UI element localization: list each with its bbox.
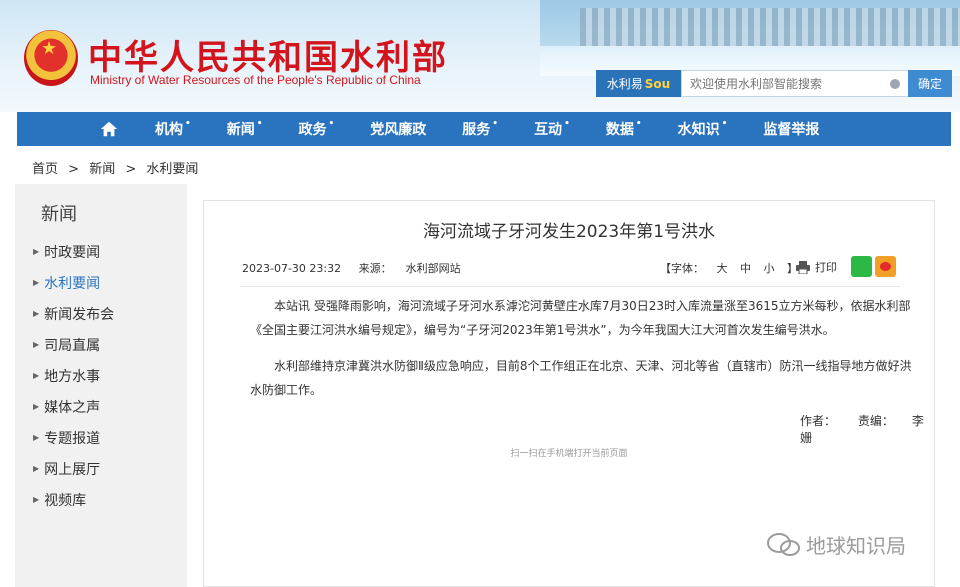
main-nav: 机构 • 新闻 • 政务 • 党风廉政 服务 • 互动 • 数据 • 水知识 • 监督举报 xyxy=(17,112,951,146)
sidebar-item-special[interactable]: ▶ 专题报道 xyxy=(15,422,187,453)
nav-item-news[interactable]: 新闻 • xyxy=(209,119,281,139)
breadcrumb-separator: > xyxy=(68,162,80,177)
sidebar-item-water-news[interactable]: ▶ 水利要闻 xyxy=(15,267,187,298)
editor-label: 责编： xyxy=(857,414,894,428)
sidebar-item-politics[interactable]: ▶ 时政要闻 xyxy=(15,236,187,267)
sidebar-item-video[interactable]: ▶ 视频库 xyxy=(15,484,187,515)
article-paragraph: 水利部维持京津冀洪水防御Ⅱ级应急响应，目前8个工作组正在北京、天津、河北等省（直… xyxy=(250,359,912,397)
article-source: 来源： 水利部网站 xyxy=(358,262,461,275)
caret-right-icon: ▶ xyxy=(33,247,40,256)
sidebar: 新闻 ▶ 时政要闻 ▶ 水利要闻 ▶ 新闻发布会 ▶ 司局直属 ▶ 地方水事 ▶ 媒体之声 … xyxy=(15,184,187,587)
caret-right-icon: ▶ xyxy=(33,402,40,411)
sidebar-item-media[interactable]: ▶ 媒体之声 xyxy=(15,391,187,422)
printer-icon xyxy=(796,260,810,274)
share-buttons xyxy=(851,256,896,277)
article-meta: 2023-07-30 23:32 来源： 水利部网站 xyxy=(242,260,489,276)
article-panel: 海河流域子牙河发生2023年第1号洪水 2023-07-30 23:32 来源：… xyxy=(203,200,935,587)
font-size-large-button[interactable]: 大 xyxy=(717,262,728,275)
qr-code-note: 扫一扫在手机端打开当前页面 xyxy=(510,449,628,459)
caret-right-icon: ▶ xyxy=(33,309,40,318)
search-bar: 水利易 Sou 确定 xyxy=(596,70,952,97)
breadcrumb-separator: > xyxy=(125,162,137,177)
sidebar-item-local[interactable]: ▶ 地方水事 xyxy=(15,360,187,391)
breadcrumb-current[interactable]: 水利要闻 xyxy=(146,162,198,177)
nav-item-interaction[interactable]: 互动 • xyxy=(516,119,588,139)
nav-item-data[interactable]: 数据 • xyxy=(588,119,660,139)
search-submit-button[interactable]: 确定 xyxy=(908,70,952,97)
print-button[interactable]: 打印 xyxy=(796,259,837,275)
caret-right-icon: ▶ xyxy=(33,371,40,380)
wechat-logo-icon xyxy=(767,532,800,556)
nav-home[interactable] xyxy=(81,120,137,138)
nav-item-report[interactable]: 监督举报 xyxy=(745,119,837,139)
caret-right-icon: ▶ xyxy=(33,433,40,442)
sidebar-list: ▶ 时政要闻 ▶ 水利要闻 ▶ 新闻发布会 ▶ 司局直属 ▶ 地方水事 ▶ 媒体之声 ▶ 专题… xyxy=(15,236,187,515)
sidebar-item-exhibition[interactable]: ▶ 网上展厅 xyxy=(15,453,187,484)
nav-item-knowledge[interactable]: 水知识 • xyxy=(660,119,746,139)
site-title-en: Ministry of Water Resources of the Peopl… xyxy=(90,73,421,87)
article-paragraph: 本站讯 受强降雨影响，海河流域子牙河水系滹沱河黄壁庄水库7月30日23时入库流量… xyxy=(250,299,911,337)
dam-image xyxy=(580,8,960,48)
author-label: 作者： xyxy=(800,414,837,428)
article-title: 海河流域子牙河发生2023年第1号洪水 xyxy=(422,222,716,242)
breadcrumb: 首页 > 新闻 > 水利要闻 xyxy=(32,158,204,177)
search-brand-prefix: 水利易 xyxy=(606,77,643,91)
sidebar-heading: 新闻 xyxy=(41,204,77,225)
font-size-medium-button[interactable]: 中 xyxy=(740,262,751,275)
divider xyxy=(240,286,900,287)
search-brand: 水利易 Sou xyxy=(596,70,681,97)
nav-item-org[interactable]: 机构 • xyxy=(137,119,209,139)
nav-item-integrity[interactable]: 党风廉政 xyxy=(352,119,444,139)
caret-right-icon: ▶ xyxy=(33,340,40,349)
font-size-label: 【字体： xyxy=(660,262,704,275)
search-input[interactable] xyxy=(681,70,908,97)
article-credits: 作者： 责编： 李姗 xyxy=(800,412,934,446)
watermark: 地球知识局 xyxy=(766,530,906,559)
caret-right-icon: ▶ xyxy=(33,278,40,287)
weibo-icon[interactable] xyxy=(875,256,896,277)
nav-item-service[interactable]: 服务 • xyxy=(444,119,516,139)
home-icon xyxy=(100,121,118,137)
font-size-small-button[interactable]: 小 xyxy=(764,262,775,275)
breadcrumb-news[interactable]: 新闻 xyxy=(89,162,115,177)
wechat-icon[interactable] xyxy=(851,256,872,277)
watermark-text: 地球知识局 xyxy=(806,534,906,558)
font-size-control: 【字体： 大 中 小 】 xyxy=(660,260,807,276)
caret-right-icon: ▶ xyxy=(33,464,40,473)
clear-search-icon[interactable] xyxy=(890,79,900,89)
sidebar-item-departments[interactable]: ▶ 司局直属 xyxy=(15,329,187,360)
site-header: ★ 中华人民共和国水利部 Ministry of Water Resources… xyxy=(0,0,960,112)
breadcrumb-home[interactable]: 首页 xyxy=(32,162,58,177)
national-emblem-icon: ★ xyxy=(24,30,78,86)
site-title-cn[interactable]: 中华人民共和国水利部 xyxy=(88,30,448,79)
nav-item-affairs[interactable]: 政务 • xyxy=(281,119,353,139)
search-brand-suffix: Sou xyxy=(644,76,671,91)
article-date: 2023-07-30 23:32 xyxy=(242,262,342,275)
caret-right-icon: ▶ xyxy=(33,495,40,504)
sidebar-item-press-conference[interactable]: ▶ 新闻发布会 xyxy=(15,298,187,329)
